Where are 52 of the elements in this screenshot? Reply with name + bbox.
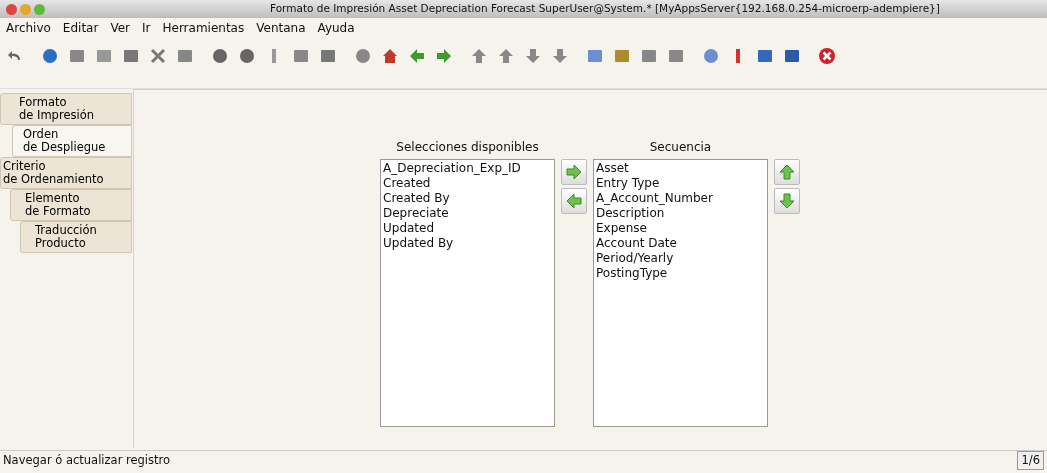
tab[interactable]: Traducción Producto (20, 221, 132, 253)
list-item[interactable]: PostingType (596, 266, 765, 281)
tab[interactable]: Formato de Impresión (0, 93, 132, 125)
cut-icon[interactable] (149, 47, 167, 65)
list-item[interactable]: Depreciate (383, 206, 552, 221)
list-item[interactable]: Asset (596, 161, 765, 176)
last-icon[interactable] (551, 47, 569, 65)
exit-icon[interactable] (818, 47, 836, 65)
list-item[interactable]: Updated (383, 221, 552, 236)
list-heading: Secuencia (649, 139, 712, 156)
sequence-list[interactable]: Asset Entry Type A_Account_Number Description Expense Account Date Period/Yearly PostingType (593, 159, 768, 427)
list-heading: Selecciones disponibles (396, 139, 539, 156)
record-counter: 1/6 (1017, 450, 1044, 471)
available-list[interactable]: A_Depreciation_Exp_ID Created Created By Depreciate Updated Updated By (380, 159, 555, 427)
menu-item[interactable]: Ir (142, 19, 151, 37)
list-item[interactable]: Account Date (596, 236, 765, 251)
menu-item[interactable]: Ventana (256, 19, 306, 37)
tab[interactable]: Orden de Despliegue (12, 125, 132, 157)
left-arrow-icon (565, 192, 583, 210)
move-down-button[interactable] (774, 188, 800, 214)
home-icon[interactable] (381, 47, 399, 65)
menu-item[interactable]: Ayuda (317, 19, 355, 37)
list-item[interactable]: Created By (383, 191, 552, 206)
first-icon[interactable] (470, 47, 488, 65)
previous-icon[interactable] (497, 47, 515, 65)
down-arrow-icon (778, 192, 796, 210)
back-icon[interactable] (408, 47, 426, 65)
move-up-button[interactable] (774, 159, 800, 185)
up-arrow-icon (778, 163, 796, 181)
list-item[interactable]: Description (596, 206, 765, 221)
tab[interactable]: Elemento de Formato (10, 189, 132, 221)
list-item[interactable]: Updated By (383, 236, 552, 251)
list-item[interactable]: Entry Type (596, 176, 765, 191)
forward-icon[interactable] (435, 47, 453, 65)
window-title: Formato de Impresión Asset Depreciation Forecast SuperUser@System.* [MyAppsServer{192.168.0.254-microerp-adempiere}] (270, 1, 940, 17)
tab[interactable]: Criterio de Ordenamiento (0, 157, 132, 189)
list-item[interactable]: A_Depreciation_Exp_ID (383, 161, 552, 176)
list-item[interactable]: Period/Yearly (596, 251, 765, 266)
right-arrow-icon (565, 163, 583, 181)
list-item[interactable]: Expense (596, 221, 765, 236)
next-icon[interactable] (524, 47, 542, 65)
status-message: Navegar ó actualizar registro (3, 451, 171, 469)
zoom-button[interactable] (34, 3, 45, 15)
remove-button[interactable] (561, 188, 587, 214)
menu-item[interactable]: Herramientas (162, 19, 245, 37)
list-item[interactable]: Created (383, 176, 552, 191)
menu-item[interactable]: Archivo (6, 19, 51, 37)
list-item[interactable]: A_Account_Number (596, 191, 765, 206)
add-button[interactable] (561, 159, 587, 185)
menu-item[interactable]: Editar (62, 19, 99, 37)
menu-item[interactable]: Ver (110, 19, 130, 37)
close-button[interactable] (6, 3, 17, 15)
